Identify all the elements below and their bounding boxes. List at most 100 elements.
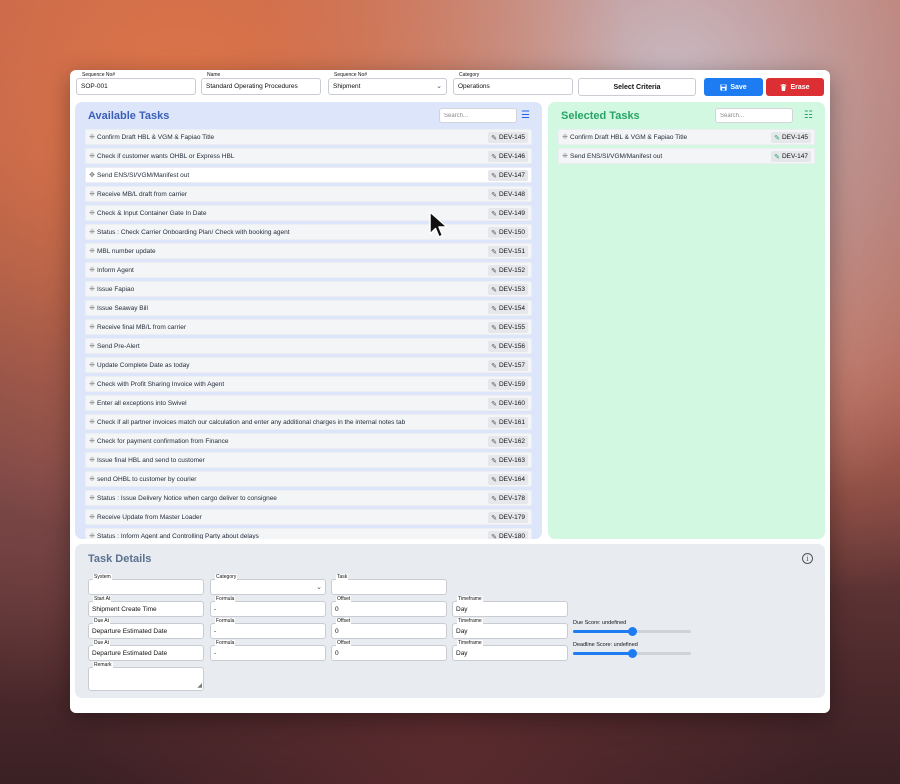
task-row[interactable]: ✥ Send ENS/SI/VGM/Manifest out ✎ DEV-147 [85,167,532,183]
system-field[interactable]: System [88,574,204,595]
deadline-score-slider[interactable]: Deadline Score: undefined [573,642,691,658]
task-row[interactable]: ⁜ Receive final MB/L from carrier ✎ DEV-155 [85,319,532,335]
due-at-field[interactable]: Due At Departure Estimated Date [88,618,204,639]
drag-handle-icon[interactable]: ⁜ [87,323,97,331]
task-row[interactable]: ⁜ send OHBL to customer by courier ✎ DEV-16… [85,471,532,487]
timeframe-field[interactable]: Timeframe Day [452,596,568,617]
drag-handle-icon[interactable]: ⁜ [87,532,97,539]
drag-handle-icon[interactable]: ⁜ [87,361,97,369]
timeframe-field[interactable]: Timeframe Day [452,640,568,661]
sequence-select[interactable]: Sequence No# Shipment ⌄ [328,72,447,95]
task-tag-button[interactable]: ✎ DEV-163 [488,455,528,466]
task-tag-button[interactable]: ✎ DEV-153 [488,284,528,295]
task-tag-button[interactable]: ✎ DEV-156 [488,341,528,352]
task-tag-button[interactable]: ✎ DEV-179 [488,512,528,523]
task-tag-button[interactable]: ✎ DEV-180 [488,531,528,539]
task-tag-button[interactable]: ✎ DEV-157 [488,360,528,371]
task-row[interactable]: ⁜ Check if all partner invoices match our… [85,414,532,430]
task-row[interactable]: ⁜ Issue Seaway Bill ✎ DEV-154 [85,300,532,316]
erase-button[interactable]: Erase [766,78,824,96]
task-tag-button[interactable]: ✎ DEV-150 [488,227,528,238]
drag-handle-icon[interactable]: ⁜ [87,399,97,407]
timeframe-field[interactable]: Timeframe Day [452,618,568,639]
task-tag-button[interactable]: ✎ DEV-147 [771,151,811,162]
task-row[interactable]: ⁜ Check for payment confirmation from Fin… [85,433,532,449]
drag-handle-icon[interactable]: ⁜ [87,133,97,141]
task-tag-button[interactable]: ✎ DEV-147 [488,170,528,181]
task-tag-button[interactable]: ✎ DEV-145 [771,132,811,143]
task-row[interactable]: ⁜ Check with Profit Sharing Invoice with … [85,376,532,392]
drag-handle-icon[interactable]: ⁜ [560,152,570,160]
selected-search-input[interactable] [715,108,793,123]
task-row[interactable]: ⁜ Status : Issue Delivery Notice when car… [85,490,532,506]
drag-handle-icon[interactable]: ⁜ [87,304,97,312]
task-row[interactable]: ⁜ Issue Fapiao ✎ DEV-153 [85,281,532,297]
task-tag-button[interactable]: ✎ DEV-145 [488,132,528,143]
task-tag-button[interactable]: ✎ DEV-159 [488,379,528,390]
task-row[interactable]: ⁜ Send ENS/SI/VGM/Manifest out ✎ DEV-147 [558,148,815,164]
drag-handle-icon[interactable]: ⁜ [87,285,97,293]
task-tag-button[interactable]: ✎ DEV-149 [488,208,528,219]
formula-field[interactable]: Formula - [210,618,326,639]
task-row[interactable]: ⁜ Status : Inform Agent and Controlling P… [85,528,532,539]
task-row[interactable]: ⁜ Send Pre-Alert ✎ DEV-156 [85,338,532,354]
drag-handle-icon[interactable]: ⁜ [87,228,97,236]
info-icon[interactable]: i [802,553,813,564]
due-score-track[interactable] [573,627,691,636]
task-row[interactable]: ⁜ Update Complete Date as today ✎ DEV-157 [85,357,532,373]
save-button[interactable]: Save [704,78,763,96]
deadline-score-thumb[interactable] [628,649,637,658]
offset-field[interactable]: Offset 0 [331,596,447,617]
task-tag-button[interactable]: ✎ DEV-155 [488,322,528,333]
task-row[interactable]: ⁜ Receive Update from Master Loader ✎ DEV-1… [85,509,532,525]
drag-handle-icon[interactable]: ⁜ [87,380,97,388]
drag-handle-icon[interactable]: ⁜ [87,475,97,483]
checklist-icon[interactable]: ☷ [804,110,813,121]
formula-field[interactable]: Formula - [210,640,326,661]
available-search-input[interactable] [439,108,517,123]
task-row[interactable]: ⁜ Enter all exceptions into Swivel ✎ DEV-16… [85,395,532,411]
task-row[interactable]: ⁜ Confirm Draft HBL & VGM & Fapiao Title ✎… [85,129,532,145]
task-tag-button[interactable]: ✎ DEV-148 [488,189,528,200]
offset-field[interactable]: Offset 0 [331,640,447,661]
task-tag-button[interactable]: ✎ DEV-151 [488,246,528,257]
formula-field[interactable]: Formula - [210,596,326,617]
drag-handle-icon[interactable]: ⁜ [87,152,97,160]
drag-handle-icon[interactable]: ⁜ [87,456,97,464]
deadline-at-field[interactable]: Due At Departure Estimated Date [88,640,204,661]
task-tag-button[interactable]: ✎ DEV-146 [488,151,528,162]
task-row[interactable]: ⁜ Receive MB/L draft from carrier ✎ DEV-148 [85,186,532,202]
drag-handle-icon[interactable]: ⁜ [87,418,97,426]
start-at-field[interactable]: Start At Shipment Create Time [88,596,204,617]
sequence-no-field[interactable]: Sequence No# SOP-001 [76,72,196,95]
task-field[interactable]: Task [331,574,447,595]
drag-handle-icon[interactable]: ⁜ [87,437,97,445]
list-icon[interactable]: ☰ [521,110,530,121]
due-score-thumb[interactable] [628,627,637,636]
task-tag-button[interactable]: ✎ DEV-152 [488,265,528,276]
drag-handle-icon[interactable]: ⁜ [87,513,97,521]
task-tag-button[interactable]: ✎ DEV-160 [488,398,528,409]
task-tag-button[interactable]: ✎ DEV-154 [488,303,528,314]
offset-field[interactable]: Offset 0 [331,618,447,639]
drag-handle-icon[interactable]: ✥ [87,171,97,179]
task-row[interactable]: ⁜ Issue final HBL and send to customer ✎ DE… [85,452,532,468]
remark-textarea[interactable]: Remark ◢ [88,662,204,691]
task-row[interactable]: ⁜ Inform Agent ✎ DEV-152 [85,262,532,278]
task-row[interactable]: ⁜ Confirm Draft HBL & VGM & Fapiao Title ✎… [558,129,815,145]
task-row[interactable]: ⁜ Status : Check Carrier Onboarding Plan/… [85,224,532,240]
drag-handle-icon[interactable]: ⁜ [87,494,97,502]
drag-handle-icon[interactable]: ⁜ [87,266,97,274]
resize-grip-icon[interactable]: ◢ [197,682,202,689]
drag-handle-icon[interactable]: ⁜ [87,190,97,198]
select-criteria-button[interactable]: Select Criteria [578,78,696,96]
task-tag-button[interactable]: ✎ DEV-164 [488,474,528,485]
category-field[interactable]: Category Operations [453,72,573,95]
task-tag-button[interactable]: ✎ DEV-178 [488,493,528,504]
task-tag-button[interactable]: ✎ DEV-161 [488,417,528,428]
due-score-slider[interactable]: Due Score: undefined [573,620,691,636]
drag-handle-icon[interactable]: ⁜ [87,342,97,350]
drag-handle-icon[interactable]: ⁜ [87,247,97,255]
task-row[interactable]: ⁜ MBL number update ✎ DEV-151 [85,243,532,259]
deadline-score-track[interactable] [573,649,691,658]
